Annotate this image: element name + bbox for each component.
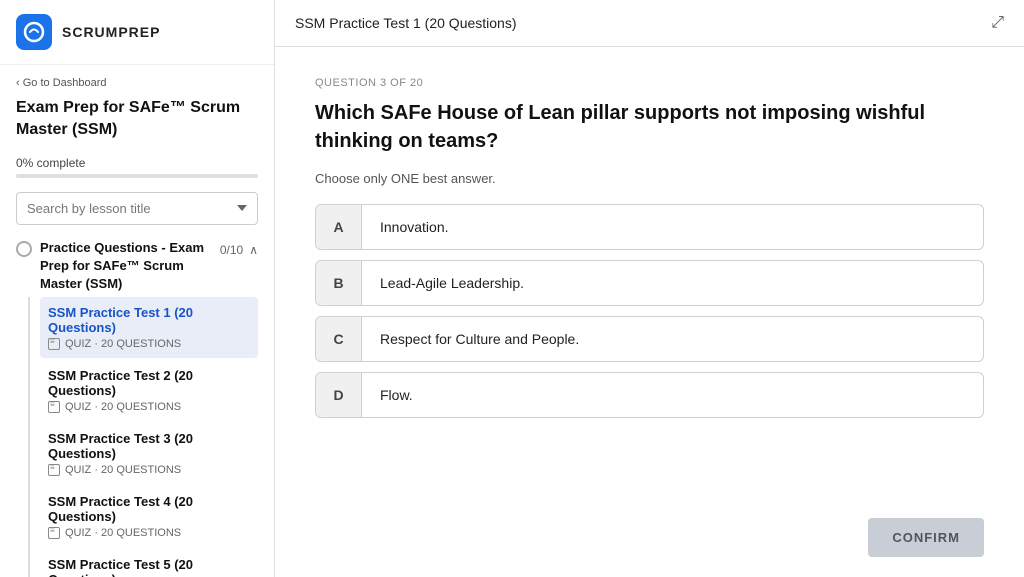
confirm-button[interactable]: CONFIRM — [868, 518, 984, 557]
lesson-meta: QUIZ · 20 QUESTIONS — [48, 401, 250, 413]
lesson-item[interactable]: SSM Practice Test 4 (20 Questions) QUIZ … — [40, 486, 258, 547]
lesson-item[interactable]: SSM Practice Test 2 (20 Questions) QUIZ … — [40, 360, 258, 421]
lesson-item[interactable]: SSM Practice Test 1 (20 Questions) QUIZ … — [40, 297, 258, 358]
logo-area: SCRUMPREP — [0, 0, 274, 65]
lesson-meta-text: QUIZ · 20 QUESTIONS — [65, 527, 181, 539]
lesson-item-title: SSM Practice Test 3 (20 Questions) — [48, 431, 250, 461]
question-text: Which SAFe House of Lean pillar supports… — [315, 99, 984, 155]
chevron-up-icon: ∧ — [249, 243, 258, 257]
lesson-meta: QUIZ · 20 QUESTIONS — [48, 527, 250, 539]
answer-letter: C — [316, 317, 362, 361]
answer-option[interactable]: A Innovation. — [315, 204, 984, 250]
answer-option[interactable]: B Lead-Agile Leadership. — [315, 260, 984, 306]
logo-text: SCRUMPREP — [62, 24, 160, 40]
course-title: Exam Prep for SAFe™ Scrum Master (SSM) — [16, 97, 258, 142]
section-header[interactable]: Practice Questions - Exam Prep for SAFe™… — [16, 239, 258, 294]
answer-text: Innovation. — [362, 205, 467, 249]
answers-container: A Innovation. B Lead-Agile Leadership. C… — [315, 204, 984, 418]
lesson-item[interactable]: SSM Practice Test 5 (20 Questions) QUIZ … — [40, 549, 258, 577]
progress-bar-track — [16, 174, 258, 178]
lesson-item-title: SSM Practice Test 2 (20 Questions) — [48, 368, 250, 398]
lesson-item-title: SSM Practice Test 1 (20 Questions) — [48, 305, 250, 335]
lesson-meta: QUIZ · 20 QUESTIONS — [48, 464, 250, 476]
answer-option[interactable]: C Respect for Culture and People. — [315, 316, 984, 362]
main-header: SSM Practice Test 1 (20 Questions) ⤢ — [275, 0, 1024, 47]
answer-letter: B — [316, 261, 362, 305]
lesson-item-title: SSM Practice Test 4 (20 Questions) — [48, 494, 250, 524]
logo-icon — [16, 14, 52, 50]
quiz-icon — [48, 527, 60, 539]
answer-letter: A — [316, 205, 362, 249]
quiz-icon — [48, 401, 60, 413]
lesson-meta-text: QUIZ · 20 QUESTIONS — [65, 401, 181, 413]
main-body: QUESTION 3 OF 20 Which SAFe House of Lea… — [275, 47, 1024, 508]
lesson-meta-text: QUIZ · 20 QUESTIONS — [65, 464, 181, 476]
sidebar: SCRUMPREP Go to Dashboard Exam Prep for … — [0, 0, 275, 577]
question-label: QUESTION 3 OF 20 — [315, 77, 984, 89]
lesson-list: SSM Practice Test 1 (20 Questions) QUIZ … — [28, 297, 258, 577]
quiz-icon — [48, 338, 60, 350]
confirm-area: CONFIRM — [275, 508, 1024, 577]
lesson-item[interactable]: SSM Practice Test 3 (20 Questions) QUIZ … — [40, 423, 258, 484]
progress-label: 0% complete — [16, 156, 258, 170]
answer-option[interactable]: D Flow. — [315, 372, 984, 418]
lesson-item-title: SSM Practice Test 5 (20 Questions) — [48, 557, 250, 577]
lesson-meta-text: QUIZ · 20 QUESTIONS — [65, 338, 181, 350]
answer-text: Respect for Culture and People. — [362, 317, 597, 361]
go-to-dashboard-link[interactable]: Go to Dashboard — [16, 77, 258, 89]
quiz-icon — [48, 464, 60, 476]
answer-letter: D — [316, 373, 362, 417]
answer-instruction: Choose only ONE best answer. — [315, 171, 984, 186]
main-content: SSM Practice Test 1 (20 Questions) ⤢ QUE… — [275, 0, 1024, 577]
section-header-left: Practice Questions - Exam Prep for SAFe™… — [16, 239, 220, 294]
section-count: 0/10 — [220, 243, 243, 257]
search-dropdown[interactable]: Search by lesson title — [16, 192, 258, 225]
section-circle — [16, 241, 32, 257]
answer-text: Lead-Agile Leadership. — [362, 261, 542, 305]
expand-icon[interactable]: ⤢ — [991, 14, 1004, 32]
sidebar-content: Go to Dashboard Exam Prep for SAFe™ Scru… — [0, 65, 274, 577]
section-title: Practice Questions - Exam Prep for SAFe™… — [40, 239, 220, 294]
answer-text: Flow. — [362, 373, 431, 417]
lesson-meta: QUIZ · 20 QUESTIONS — [48, 338, 250, 350]
main-header-title: SSM Practice Test 1 (20 Questions) — [295, 15, 517, 31]
